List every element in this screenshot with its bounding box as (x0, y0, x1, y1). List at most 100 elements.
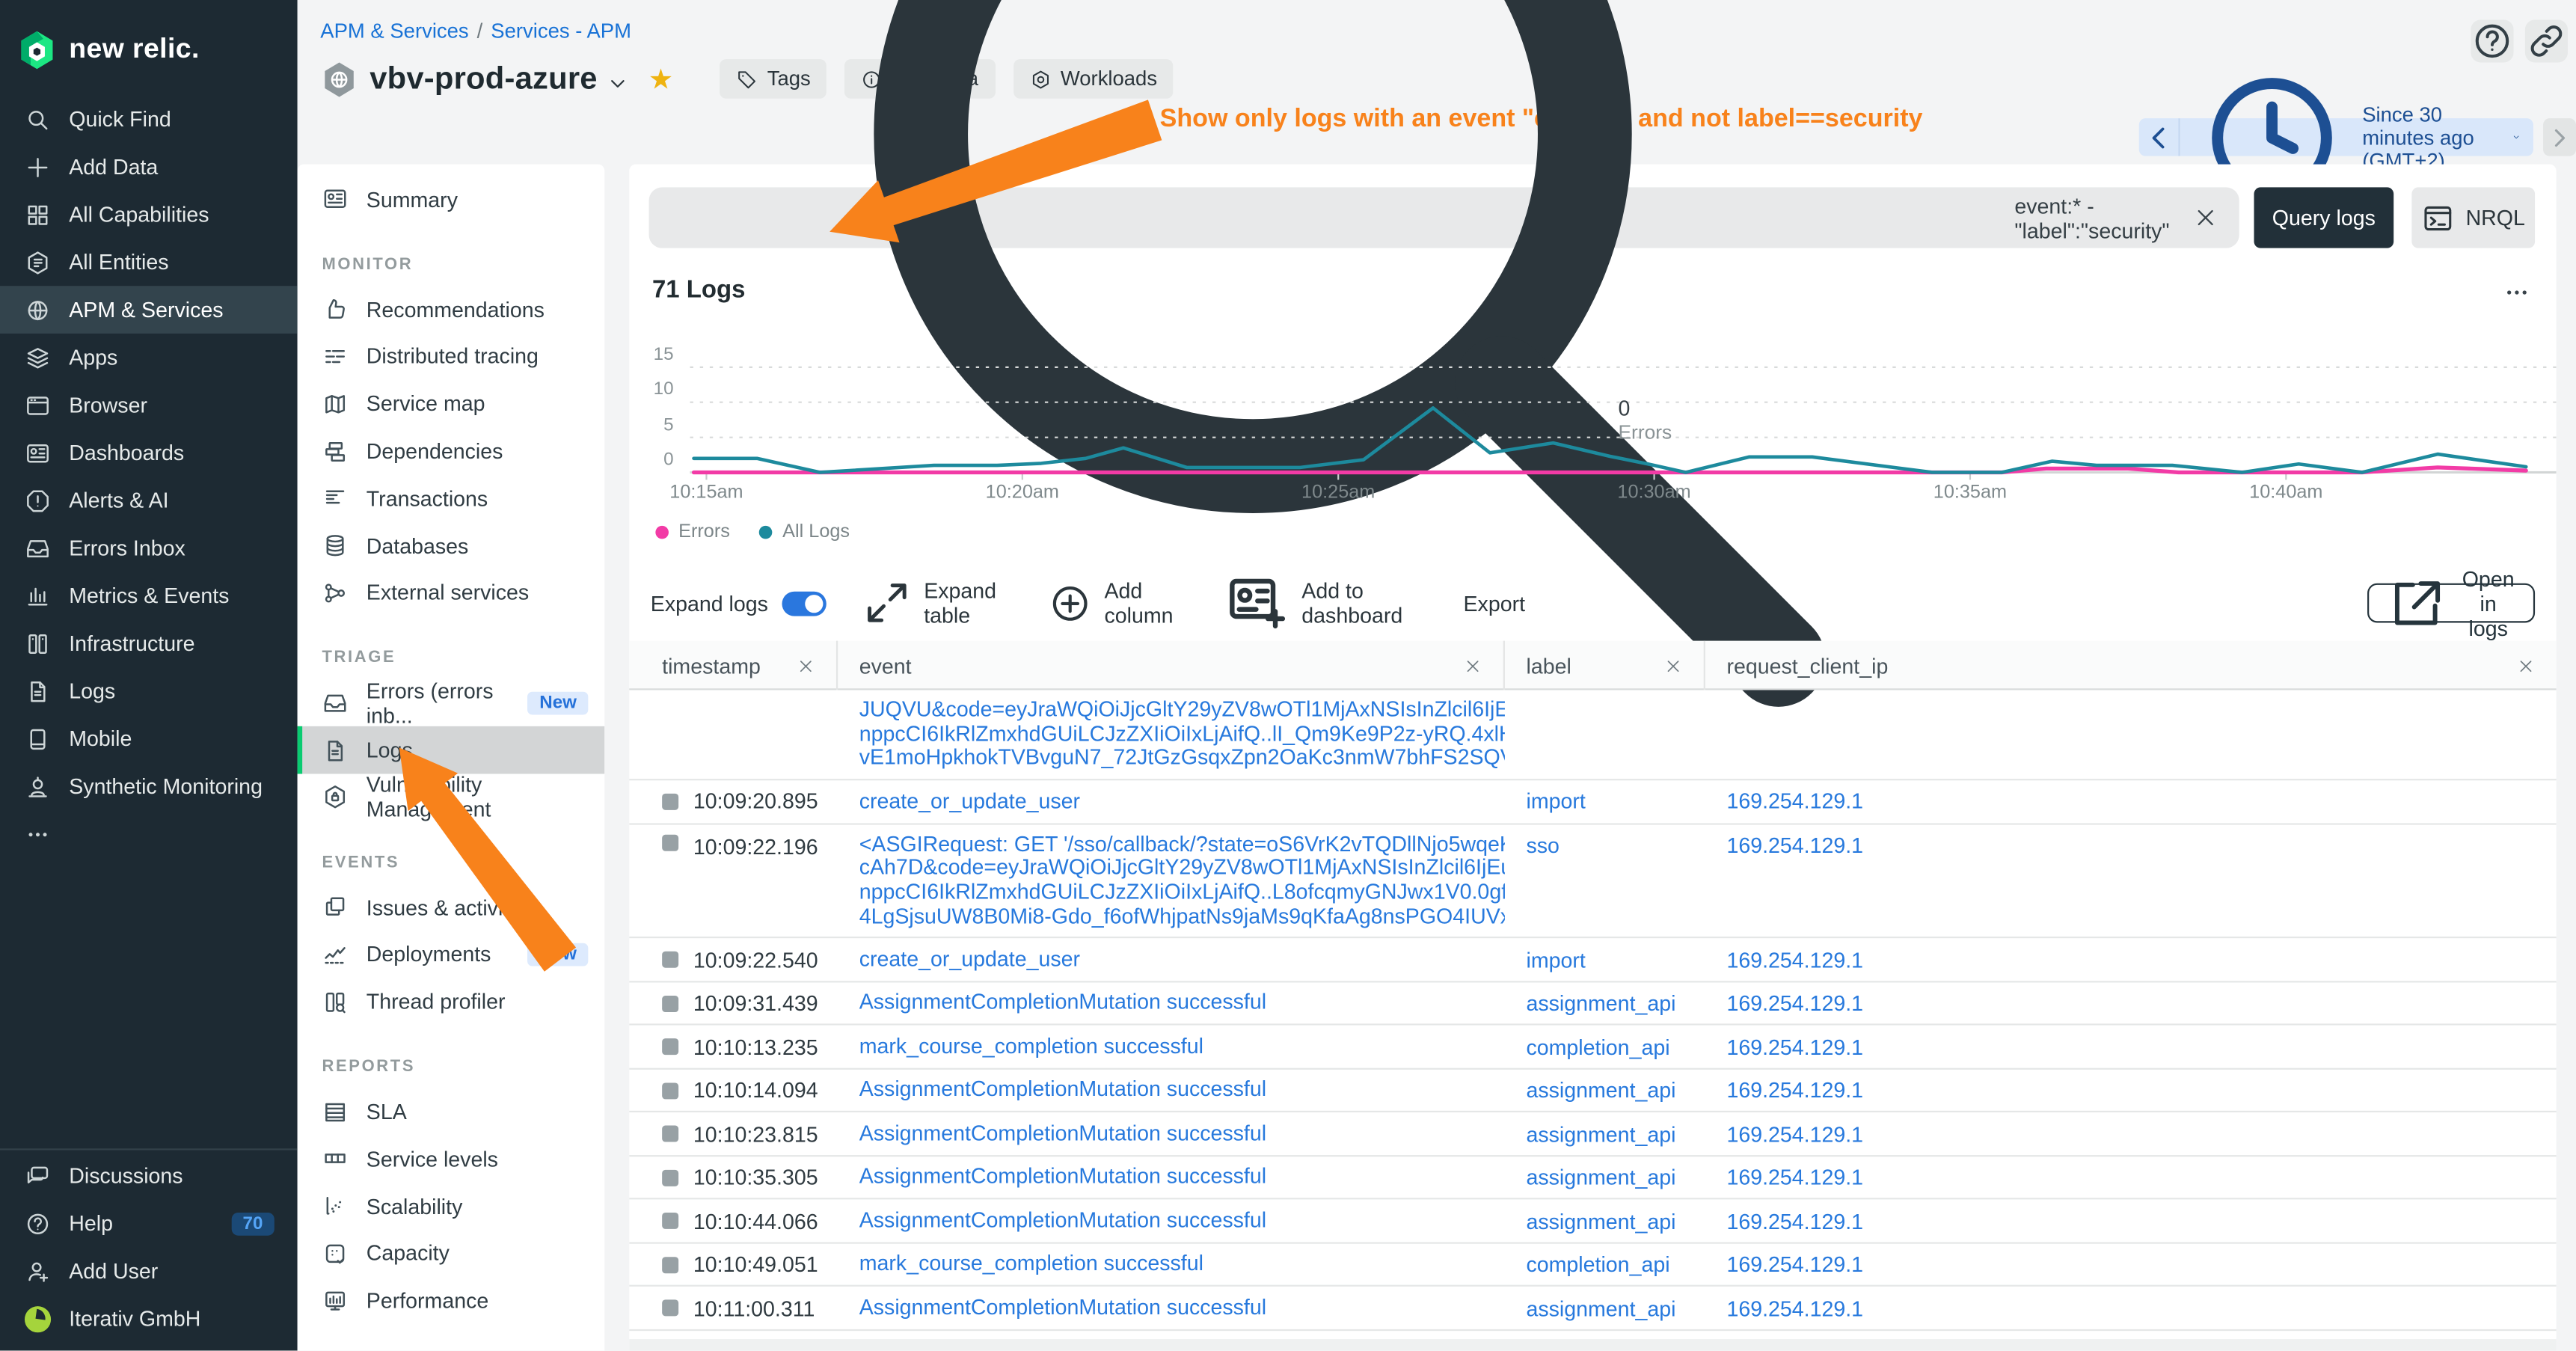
permalink-button[interactable] (2525, 19, 2568, 62)
table-row[interactable]: 10:11:00.311AssignmentCompletionMutation… (629, 1287, 2556, 1331)
subnav-item-scalability[interactable]: Scalability (298, 1183, 605, 1230)
table-row[interactable]: JUQVU&code=eyJraWQiOiJjcGltY29yZV8wOTl1M… (629, 690, 2556, 781)
subnav-item-deployments[interactable]: DeploymentsNew (298, 931, 605, 978)
label-cell-link[interactable]: assignment_api (1505, 1209, 1705, 1234)
favorite-star-icon[interactable]: ★ (648, 64, 673, 96)
time-back-button[interactable] (2139, 118, 2180, 156)
subnav-item-service-map[interactable]: Service map (298, 380, 605, 427)
remove-column-icon[interactable] (2517, 656, 2535, 674)
label-cell-link[interactable]: assignment_api (1505, 1078, 1705, 1103)
clear-query-icon[interactable] (2193, 206, 2218, 230)
label-cell-link[interactable]: import (1505, 948, 1705, 972)
new-relic-logo[interactable]: new relic. (0, 0, 298, 79)
request-client-ip-cell-link[interactable]: 169.254.129.1 (1705, 1035, 2557, 1059)
sidebar-item-mobile[interactable]: Mobile (0, 714, 298, 762)
breadcrumb-link-services-apm[interactable]: Services - APM (491, 19, 631, 43)
sidebar-item-alerts-ai[interactable]: Alerts & AI (0, 477, 298, 524)
log-row-marker[interactable] (662, 834, 678, 851)
event-cell-link[interactable]: create_or_update_user (838, 948, 1505, 972)
log-row-marker[interactable] (662, 1213, 678, 1229)
event-cell-link[interactable]: AssignmentCompletionMutation successful (838, 1079, 1505, 1103)
subnav-item-databases[interactable]: Databases (298, 522, 605, 569)
log-row-marker[interactable] (662, 1039, 678, 1056)
sidebar-item-apm-services[interactable]: APM & Services (0, 286, 298, 334)
sidebar-item-iterativ-gmbh[interactable]: Iterativ GmbH (0, 1295, 298, 1343)
log-row-marker[interactable] (662, 1300, 678, 1317)
legend-item-all-logs[interactable]: All Logs (759, 522, 850, 542)
sidebar-item-more[interactable] (0, 810, 298, 858)
subnav-item-distributed-tracing[interactable]: Distributed tracing (298, 333, 605, 380)
event-cell-link[interactable]: AssignmentCompletionMutation successful (838, 1209, 1505, 1233)
subnav-item-service-levels[interactable]: Service levels (298, 1136, 605, 1183)
table-row[interactable]: 10:09:20.895create_or_update_userimport1… (629, 781, 2556, 824)
event-cell-link[interactable]: AssignmentCompletionMutation successful (838, 1296, 1505, 1320)
remove-column-icon[interactable] (797, 656, 815, 674)
subnav-item-capacity[interactable]: Capacity (298, 1230, 605, 1277)
request-client-ip-cell-link[interactable]: 169.254.129.1 (1705, 789, 2557, 814)
sidebar-item-help[interactable]: Help70 (0, 1199, 298, 1247)
table-row[interactable]: 10:10:14.094AssignmentCompletionMutation… (629, 1070, 2556, 1113)
sidebar-item-quick-find[interactable]: Quick Find (0, 95, 298, 143)
table-row[interactable]: 10:10:44.066AssignmentCompletionMutation… (629, 1200, 2556, 1243)
sidebar-item-logs[interactable]: Logs (0, 667, 298, 715)
request-client-ip-cell-link[interactable]: 169.254.129.1 (1705, 1209, 2557, 1234)
log-row-marker[interactable] (662, 952, 678, 968)
label-cell-link[interactable]: assignment_api (1505, 1165, 1705, 1190)
subnav-item-sla[interactable]: SLA (298, 1088, 605, 1135)
subnav-item-transactions[interactable]: Transactions (298, 475, 605, 522)
expand-table-button[interactable]: Expand table (860, 577, 996, 629)
subnav-item-external-services[interactable]: External services (298, 569, 605, 616)
sidebar-item-browser[interactable]: Browser (0, 382, 298, 429)
label-cell-link[interactable]: completion_api (1505, 1035, 1705, 1059)
label-cell-link[interactable]: assignment_api (1505, 991, 1705, 1016)
subnav-item-issues-activity[interactable]: Issues & activity (298, 883, 605, 931)
subnav-item-performance[interactable]: Performance (298, 1277, 605, 1324)
request-client-ip-cell-link[interactable]: 169.254.129.1 (1705, 1121, 2557, 1146)
log-row-marker[interactable] (662, 1126, 678, 1142)
request-client-ip-cell-link[interactable]: 169.254.129.1 (1705, 1252, 2557, 1277)
label-cell-link[interactable]: assignment_api (1505, 1296, 1705, 1320)
sidebar-item-discussions[interactable]: Discussions (0, 1152, 298, 1200)
label-cell-link[interactable]: completion_api (1505, 1252, 1705, 1277)
sidebar-item-all-entities[interactable]: All Entities (0, 238, 298, 286)
sidebar-item-apps[interactable]: Apps (0, 334, 298, 382)
request-client-ip-cell-link[interactable]: 169.254.129.1 (1705, 833, 2557, 857)
event-cell-link[interactable]: <ASGIRequest: GET '/sso/callback/?state=… (838, 833, 1505, 929)
title-chevron-down-icon[interactable] (606, 72, 629, 95)
sidebar-item-dashboards[interactable]: Dashboards (0, 429, 298, 477)
event-cell-link[interactable]: mark_course_completion successful (838, 1035, 1505, 1059)
subnav-item-dependencies[interactable]: Dependencies (298, 427, 605, 474)
expand-logs-toggle[interactable] (782, 591, 826, 616)
subnav-item-summary[interactable]: Summary (298, 176, 605, 223)
event-cell-link[interactable]: create_or_update_user (838, 789, 1505, 813)
sidebar-item-add-data[interactable]: Add Data (0, 143, 298, 191)
subnav-item-vulnerability-management[interactable]: Vulnerability Management (298, 773, 605, 821)
sidebar-item-infrastructure[interactable]: Infrastructure (0, 619, 298, 667)
table-row[interactable]: 10:10:13.235mark_course_completion succe… (629, 1026, 2556, 1069)
table-row[interactable]: 10:10:23.815AssignmentCompletionMutation… (629, 1113, 2556, 1157)
subnav-item-logs[interactable]: Logs (298, 726, 605, 773)
sidebar-item-all-capabilities[interactable]: All Capabilities (0, 191, 298, 239)
table-row[interactable]: 10:09:22.196<ASGIRequest: GET '/sso/call… (629, 824, 2556, 939)
more-options-icon[interactable] (2503, 279, 2530, 305)
request-client-ip-cell-link[interactable]: 169.254.129.1 (1705, 991, 2557, 1016)
label-cell-link[interactable]: assignment_api (1505, 1121, 1705, 1146)
add-column-button[interactable]: Add column (1049, 578, 1173, 628)
subnav-item-errors-errors-inb[interactable]: Errors (errors inb...New (298, 679, 605, 726)
subnav-item-recommendations[interactable]: Recommendations (298, 286, 605, 333)
sidebar-item-add-user[interactable]: Add User (0, 1247, 298, 1295)
subnav-item-thread-profiler[interactable]: Thread profiler (298, 978, 605, 1026)
event-cell-link[interactable]: mark_course_completion successful (838, 1252, 1505, 1276)
nrql-button[interactable]: NRQL (2411, 187, 2535, 248)
add-to-dashboard-button[interactable]: Add to dashboard (1222, 569, 1402, 637)
log-row-marker[interactable] (662, 995, 678, 1011)
log-query-input[interactable]: event:* -"label":"security" (649, 187, 2239, 248)
query-logs-button[interactable]: Query logs (2254, 187, 2394, 248)
help-button[interactable] (2471, 19, 2513, 62)
time-forward-button[interactable] (2543, 118, 2576, 156)
request-client-ip-cell-link[interactable]: 169.254.129.1 (1705, 1078, 2557, 1103)
time-range-button[interactable]: Since 30 minutes ago (GMT+2) (2180, 118, 2533, 156)
table-row[interactable]: 10:10:49.051mark_course_completion succe… (629, 1244, 2556, 1287)
event-cell-link[interactable]: AssignmentCompletionMutation successful (838, 1165, 1505, 1189)
sidebar-item-metrics-events[interactable]: Metrics & Events (0, 572, 298, 619)
